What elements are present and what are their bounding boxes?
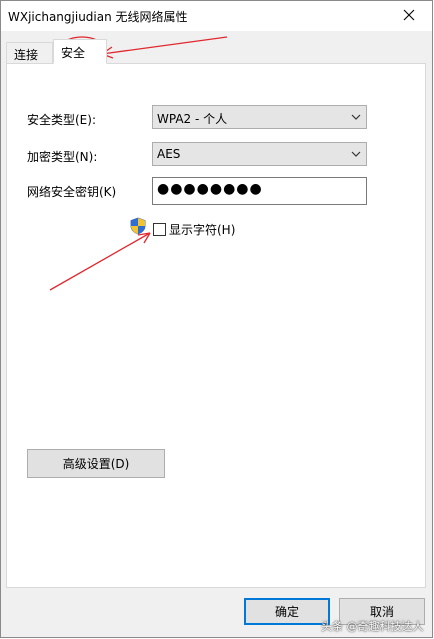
encryption-type-label: 加密类型(N): xyxy=(27,150,98,164)
close-icon xyxy=(403,9,415,21)
ok-button[interactable]: 确定 xyxy=(244,598,330,625)
chevron-down-icon xyxy=(351,151,361,157)
security-panel: 安全类型(E): WPA2 - 个人 加密类型(N): AES 网络安全密钥(K… xyxy=(6,63,426,588)
uac-shield-icon xyxy=(130,217,146,235)
close-button[interactable] xyxy=(390,1,428,29)
network-key-input[interactable]: ●●●●●●●● xyxy=(152,177,367,205)
tab-security[interactable]: 安全 xyxy=(53,39,107,64)
chevron-down-icon xyxy=(351,114,361,120)
advanced-settings-button[interactable]: 高级设置(D) xyxy=(27,449,165,478)
network-key-label: 网络安全密钥(K) xyxy=(27,185,117,199)
security-type-value: WPA2 - 个人 xyxy=(157,112,228,126)
security-type-select[interactable]: WPA2 - 个人 xyxy=(152,105,367,129)
watermark-text: 头条 @奇趣科技达人 xyxy=(321,620,424,633)
encryption-type-select[interactable]: AES xyxy=(152,142,367,166)
wireless-properties-dialog: WXjichangjiudian 无线网络属性 连接 安全 安全类型(E): W… xyxy=(0,0,433,638)
window-title: WXjichangjiudian 无线网络属性 xyxy=(8,10,188,24)
show-characters-label[interactable]: 显示字符(H) xyxy=(169,221,235,238)
title-bar: WXjichangjiudian 无线网络属性 xyxy=(1,1,432,31)
network-key-masked-value: ●●●●●●●● xyxy=(157,181,263,197)
show-characters-checkbox[interactable] xyxy=(153,223,166,236)
tab-connection[interactable]: 连接 xyxy=(6,42,53,64)
security-type-label: 安全类型(E): xyxy=(27,113,96,127)
encryption-type-value: AES xyxy=(157,147,181,161)
